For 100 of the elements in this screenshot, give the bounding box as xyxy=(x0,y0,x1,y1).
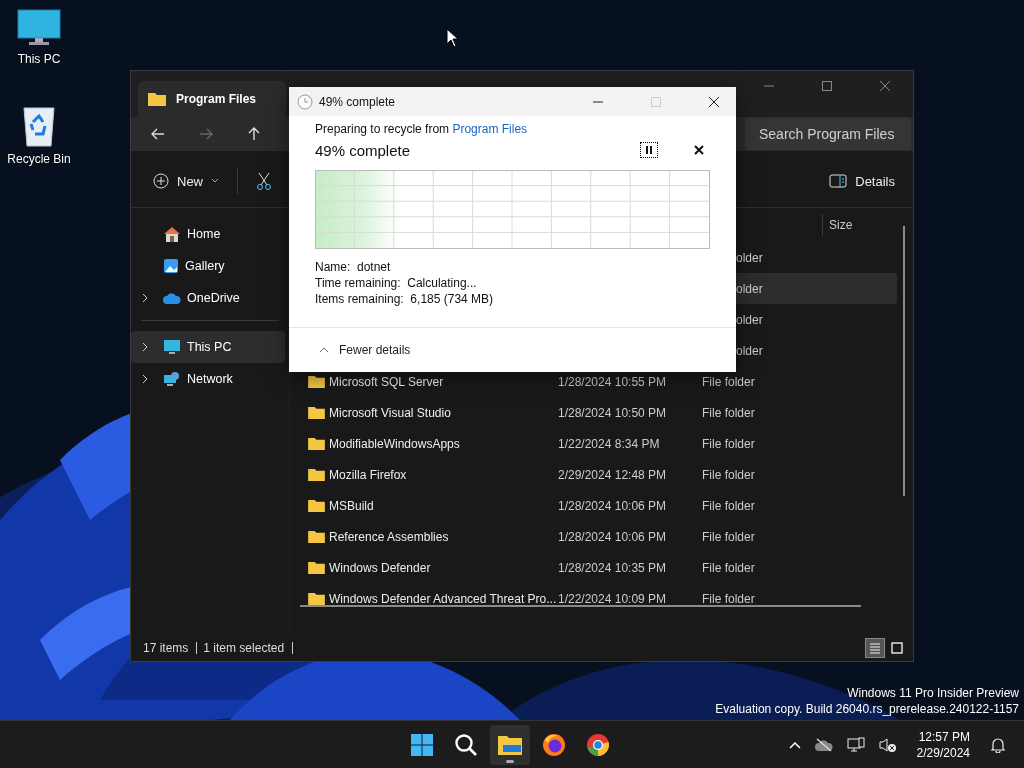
square-icon xyxy=(891,642,903,654)
folder-icon xyxy=(308,499,325,512)
file-type: File folder xyxy=(702,529,755,544)
progress-heading: 49% complete xyxy=(315,141,411,159)
date-modified: 1/28/2024 10:55 PM xyxy=(558,374,668,389)
file-name: Windows Defender xyxy=(329,560,431,575)
file-row[interactable]: Mozilla Firefox 2/29/2024 12:48 PM File folder xyxy=(298,459,897,490)
date-modified: 1/28/2024 10:50 PM xyxy=(558,405,668,420)
pause-icon xyxy=(644,145,654,155)
network-icon xyxy=(163,371,181,387)
clock-time[interactable]: 12:57 PM xyxy=(918,728,970,745)
desktop-icon-label[interactable]: This PC xyxy=(17,52,61,66)
sidebar-item[interactable]: Home xyxy=(131,218,285,250)
chevron-right-icon[interactable] xyxy=(142,374,148,384)
house-icon xyxy=(163,226,181,242)
clock-date[interactable]: 2/29/2024 xyxy=(916,744,970,761)
date-modified: 1/28/2024 10:06 PM xyxy=(558,529,668,544)
column-header[interactable]: Size xyxy=(822,214,865,236)
pause-button[interactable] xyxy=(640,142,658,158)
file-type: File folder xyxy=(702,560,755,575)
bell-icon[interactable] xyxy=(990,736,1006,753)
firefox-icon xyxy=(542,732,566,757)
watermark-text: Windows 11 Pro Insider Preview xyxy=(847,685,1019,701)
details-pane-icon xyxy=(829,174,848,188)
date-modified: 1/28/2024 10:35 PM xyxy=(558,560,668,575)
recycle-bin-icon[interactable] xyxy=(21,104,57,148)
folder-icon xyxy=(308,375,325,388)
file-name: Windows Defender Advanced Threat Pro... xyxy=(329,591,557,606)
file-type: File folder xyxy=(702,374,755,389)
cloud-off-icon[interactable] xyxy=(814,737,833,752)
fewer-details-button[interactable]: Fewer details xyxy=(319,343,411,357)
new-button[interactable]: New xyxy=(149,167,223,195)
sidebar-item[interactable]: OneDrive xyxy=(131,282,285,314)
details-button[interactable]: Details xyxy=(825,167,899,195)
folder-icon xyxy=(308,468,325,481)
chevron-right-icon[interactable] xyxy=(142,293,148,303)
image-icon xyxy=(163,258,179,274)
desktop-icon-label[interactable]: Recycle Bin xyxy=(7,152,71,166)
date-modified: 1/28/2024 10:06 PM xyxy=(558,498,668,513)
sidebar-item[interactable]: Gallery xyxy=(131,250,285,282)
detail-line: Items remaining: 6,185 (734 MB) xyxy=(315,292,495,306)
status-text: 1 item selected xyxy=(203,642,294,654)
file-name: Reference Assemblies xyxy=(329,529,449,544)
cloud-icon xyxy=(163,292,181,304)
scissors-icon[interactable] xyxy=(256,172,272,190)
caret-icon xyxy=(211,178,219,184)
sidebar-item[interactable]: This PC xyxy=(131,331,285,363)
file-row[interactable]: MSBuild 1/28/2024 10:06 PM File folder xyxy=(298,490,897,521)
plus-circle-icon xyxy=(153,173,169,189)
file-name: MSBuild xyxy=(329,498,374,513)
file-name: ModifiableWindowsApps xyxy=(329,436,460,451)
monitor-icon xyxy=(163,339,181,355)
maximize-icon[interactable] xyxy=(821,80,833,92)
file-type: File folder xyxy=(702,498,755,513)
file-row[interactable]: Windows Defender Advanced Threat Pro...1/22/2024 10:09 PM File folder xyxy=(298,583,897,614)
file-row[interactable]: Microsoft Visual Studio 1/28/2024 10:50 PM File folder xyxy=(298,397,897,428)
date-modified: 1/22/2024 10:09 PM xyxy=(558,591,668,606)
file-type: older xyxy=(736,312,763,327)
file-row[interactable]: ModifiableWindowsApps 1/22/2024 8:34 PM File folder xyxy=(298,428,897,459)
file-name: Microsoft SQL Server xyxy=(329,374,444,389)
chevron-up-icon[interactable] xyxy=(788,740,801,749)
speaker-muted-icon[interactable] xyxy=(878,736,897,753)
file-type: older xyxy=(736,281,763,296)
forward-arrow-icon[interactable] xyxy=(199,127,213,141)
mouse-cursor-icon xyxy=(446,28,459,48)
cancel-icon[interactable] xyxy=(694,145,704,155)
file-type: File folder xyxy=(702,591,755,606)
file-type: File folder xyxy=(702,436,755,451)
detail-line: Name: dotnet xyxy=(315,260,392,274)
folder-icon xyxy=(308,561,325,574)
close-icon[interactable] xyxy=(708,95,720,108)
date-modified: 2/29/2024 12:48 PM xyxy=(558,467,668,482)
network-icon[interactable] xyxy=(846,736,865,753)
search-field[interactable]: Search Program Files xyxy=(745,118,911,150)
file-type: File folder xyxy=(702,467,755,482)
search-icon xyxy=(454,732,478,757)
sidebar-item[interactable]: Network xyxy=(131,363,285,395)
chrome-icon xyxy=(586,732,610,757)
file-row[interactable]: Windows Defender 1/28/2024 10:35 PM File folder xyxy=(298,552,897,583)
up-arrow-icon[interactable] xyxy=(247,127,261,141)
source-link[interactable]: Program Files xyxy=(452,122,528,136)
folder-icon xyxy=(308,406,325,419)
status-text: 17 items xyxy=(143,642,198,654)
folder-icon xyxy=(308,530,325,543)
windows-logo-icon xyxy=(410,732,434,757)
taskbar-app-button[interactable] xyxy=(490,724,530,765)
folder-tab[interactable]: Program Files xyxy=(138,81,286,117)
file-row[interactable]: Reference Assemblies 1/28/2024 10:06 PM File folder xyxy=(298,521,897,552)
list-icon xyxy=(869,642,881,654)
file-name: Microsoft Visual Studio xyxy=(329,405,451,420)
folder-icon xyxy=(148,92,166,106)
back-arrow-icon[interactable] xyxy=(151,127,165,141)
dialog-title: 49% complete xyxy=(319,94,396,109)
chevron-up-icon xyxy=(319,347,329,353)
watermark-text: Evaluation copy. Build 26040.rs_prerelease.240122-1157 xyxy=(715,701,1019,717)
detail-line: Time remaining: Calculating... xyxy=(315,276,478,290)
monitor-icon[interactable] xyxy=(17,8,61,48)
chevron-right-icon[interactable] xyxy=(142,342,148,352)
file-type: File folder xyxy=(702,405,755,420)
date-modified: 1/22/2024 8:34 PM xyxy=(558,436,661,451)
